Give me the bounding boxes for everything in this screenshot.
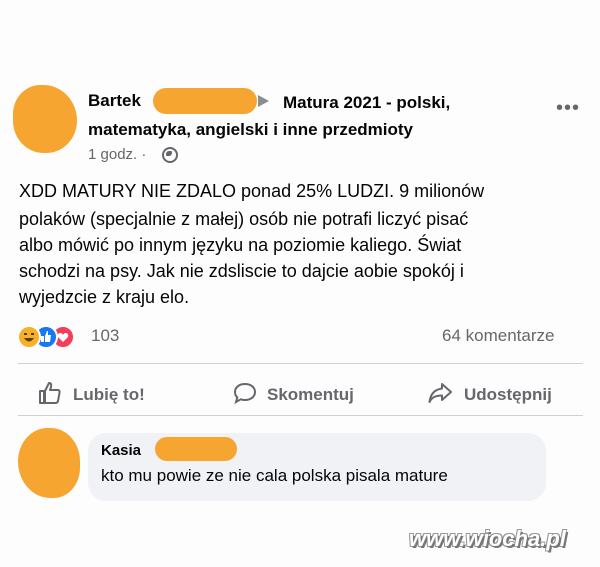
comment-author[interactable]: Kasia: [101, 442, 141, 459]
comment-text: kto mu powie ze nie cala polska pisala m…: [101, 466, 448, 485]
share-icon[interactable]: [426, 379, 454, 407]
group-name-line1[interactable]: Matura 2021 - polski,: [283, 93, 450, 113]
haha-face-icon: [24, 333, 34, 342]
commenter-avatar-redacted: [18, 428, 80, 498]
share-button[interactable]: Udostępnij: [464, 385, 552, 405]
comment-button[interactable]: Skomentuj: [267, 385, 354, 405]
comments-count[interactable]: 64 komentarze: [442, 326, 554, 346]
divider: [18, 415, 583, 416]
commenter-surname-redacted: [155, 437, 237, 461]
post-text-line: albo mówić po innym języku na poziomie k…: [19, 235, 462, 255]
like-icon[interactable]: [36, 379, 64, 407]
post-text-line: schodzi na psy. Jak nie zdsliscie to daj…: [19, 261, 464, 281]
divider: [18, 363, 583, 364]
author-surname-redacted: [153, 88, 257, 114]
comment-icon[interactable]: [231, 379, 259, 407]
group-name-line2[interactable]: matematyka, angielski i inne przedmioty: [88, 120, 413, 140]
haha-reaction-icon[interactable]: [17, 325, 41, 349]
reactions-count[interactable]: 103: [91, 326, 119, 346]
site-watermark: www.wiocha.pl: [409, 526, 566, 551]
post-author-name[interactable]: Bartek: [88, 91, 141, 111]
post-text-line: polaków (specjalnie z małej) osób nie po…: [19, 209, 469, 229]
globe-icon: [162, 147, 178, 163]
post-timestamp[interactable]: 1 godz. ·: [88, 146, 146, 163]
group-arrow-icon: [258, 95, 269, 107]
like-button[interactable]: Lubię to!: [73, 385, 145, 405]
more-dots-icon[interactable]: •••: [556, 97, 580, 120]
author-avatar-redacted: [13, 85, 77, 153]
post-text-line: wyjedzcie z kraju elo.: [19, 287, 190, 307]
post-text-line: XDD MATURY NIE ZDALO ponad 25% LUDZI. 9 …: [19, 181, 485, 201]
